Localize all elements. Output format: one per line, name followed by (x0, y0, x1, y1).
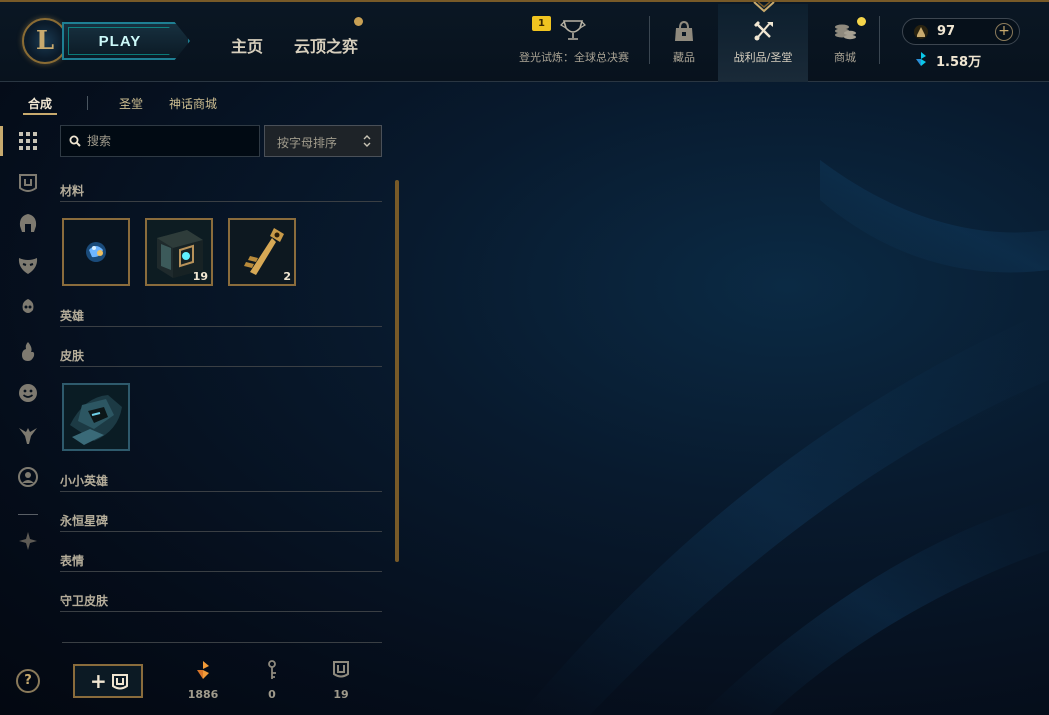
orange-essence-icon (197, 661, 209, 679)
nav-home[interactable]: 主页 (231, 33, 263, 57)
active-tab-chevron-icon (753, 2, 775, 13)
logo-letter: L (35, 26, 55, 56)
sort-updown-icon (363, 135, 371, 147)
key-counter: 0 (242, 660, 302, 701)
skin-shard-item[interactable] (62, 383, 130, 451)
league-logo-icon[interactable]: L (22, 18, 68, 64)
loot-crafting-icon (754, 21, 773, 41)
orange-essence-counter: 1886 (173, 660, 233, 701)
category-ward-skins[interactable]: 守卫皮肤 (60, 592, 382, 612)
subtab-craft[interactable]: 合成 (28, 95, 52, 112)
category-champions[interactable]: 英雄 (60, 307, 382, 327)
worlds-trophy-icon (560, 20, 586, 40)
emote-face-icon[interactable] (17, 382, 39, 404)
loot-list-scrollbar[interactable] (395, 180, 399, 562)
tab-store[interactable]: 商城 (814, 4, 876, 82)
worlds-event-button[interactable]: 1 登光试炼：全球总决赛 (505, 14, 643, 70)
buy-rp-button[interactable]: + (995, 23, 1013, 41)
little-legend-icon[interactable] (17, 296, 39, 318)
help-button[interactable]: ? (16, 669, 40, 693)
all-items-grid-icon[interactable] (17, 130, 39, 152)
worlds-count-badge: 1 (532, 16, 551, 31)
rp-value: 97 (937, 24, 956, 39)
store-coins-icon (835, 24, 856, 40)
material-hextech-chest[interactable]: 19 (145, 218, 213, 286)
chest-count-icon (333, 661, 349, 678)
orange-essence-value: 1886 (187, 688, 219, 701)
chest-icon (112, 674, 128, 690)
sort-dropdown-label: 按字母排序 (277, 136, 338, 150)
skin-shard-icon (64, 385, 128, 449)
summoner-icon-filter-icon[interactable] (17, 466, 39, 488)
material-hextech-key[interactable]: 2 (228, 218, 296, 286)
store-notification-dot (857, 17, 866, 26)
play-button[interactable]: PLAY (62, 22, 190, 60)
top-nav-bar: L PLAY 主页 云顶之弈 1 登光试炼：全球总决赛 藏品 战利品/圣堂 商城… (0, 2, 1049, 82)
tab-collection-label: 藏品 (673, 51, 695, 64)
skin-mask-icon[interactable] (17, 254, 39, 276)
eternals-flame-icon[interactable] (17, 340, 39, 362)
worlds-event-label: 登光试炼：全球总决赛 (519, 51, 629, 64)
add-plus-label: + (90, 669, 107, 693)
add-chest-button[interactable]: + (73, 664, 143, 698)
chest-value: 19 (333, 688, 349, 701)
riot-points-icon (914, 25, 928, 39)
rp-wallet: 97 + (902, 18, 1020, 45)
category-skins[interactable]: 皮肤 (60, 347, 382, 367)
search-input[interactable] (87, 132, 252, 150)
subtab-mythic-shop[interactable]: 神话商城 (169, 95, 217, 112)
category-emotes[interactable]: 表情 (60, 552, 382, 572)
key-icon (268, 660, 276, 679)
play-button-frame (68, 27, 183, 55)
item-count: 2 (283, 270, 291, 283)
search-icon (69, 135, 81, 147)
tab-store-label: 商城 (834, 51, 856, 64)
subtab-sanctum[interactable]: 圣堂 (119, 95, 143, 112)
header-divider (649, 16, 650, 64)
champion-helmet-icon[interactable] (17, 212, 39, 234)
background-art (400, 80, 1049, 715)
chest-filter-icon[interactable] (17, 172, 39, 194)
search-box[interactable] (60, 125, 260, 157)
sort-dropdown[interactable]: 按字母排序 (264, 125, 382, 157)
blue-essence-value: 1.58万 (936, 55, 982, 70)
subtab-divider (87, 96, 88, 110)
misc-filter-icon[interactable] (17, 530, 39, 552)
footer-divider (62, 642, 382, 643)
item-count: 19 (192, 270, 208, 283)
tft-notification-dot (354, 17, 363, 26)
orb-icon (64, 220, 128, 284)
nav-tft[interactable]: 云顶之弈 (294, 33, 358, 57)
header-divider-2 (879, 16, 880, 64)
category-little-legends[interactable]: 小小英雄 (60, 472, 382, 492)
key-value: 0 (268, 688, 276, 701)
rail-active-indicator (0, 126, 3, 156)
category-materials[interactable]: 材料 (60, 182, 382, 202)
category-eternals[interactable]: 永恒星碑 (60, 512, 382, 532)
rail-divider (18, 514, 38, 515)
tab-collection[interactable]: 藏品 (653, 4, 715, 82)
subtab-active-underline (23, 113, 57, 115)
material-orb[interactable] (62, 218, 130, 286)
ward-skin-icon[interactable] (17, 424, 39, 446)
blue-essence-icon (916, 52, 926, 66)
collection-bag-icon (675, 20, 693, 41)
chest-counter: 19 (311, 660, 371, 701)
tab-loot-label: 战利品/圣堂 (733, 51, 793, 64)
